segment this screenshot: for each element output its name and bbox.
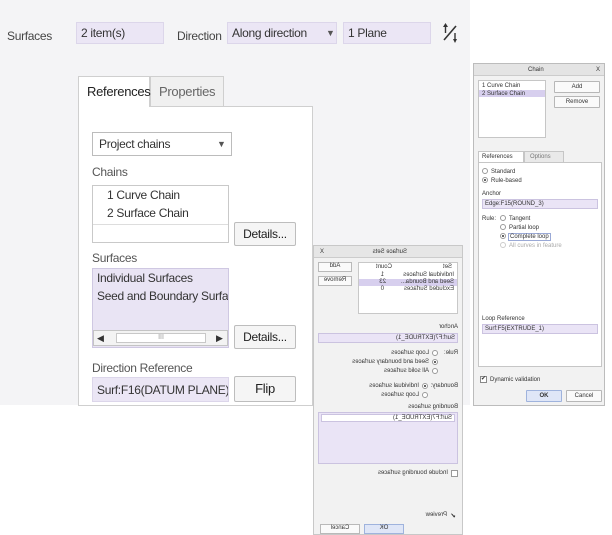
tab-label: References bbox=[482, 154, 513, 160]
list-item[interactable]: 1 Curve Chain bbox=[93, 186, 228, 204]
table-cell-count: 0 bbox=[380, 286, 384, 292]
radio-loop-boundary[interactable] bbox=[422, 392, 428, 398]
dynamic-validation-label: Dynamic validation bbox=[490, 377, 541, 383]
plane-collector[interactable]: 1 Plane bbox=[343, 22, 431, 44]
chain-title: Chain bbox=[528, 67, 544, 73]
list-item[interactable]: 1 Curve Chain bbox=[482, 83, 520, 89]
surfaces-label: Surfaces bbox=[7, 29, 52, 43]
loop-reference-field[interactable]: Surf:F5(EXTRUDE_1) bbox=[482, 324, 598, 334]
list-item[interactable]: 2 Surface Chain bbox=[482, 91, 525, 97]
radio-tangent[interactable] bbox=[500, 215, 506, 221]
direction-reference-field[interactable]: Surf:F16(DATUM PLANE) bbox=[92, 377, 229, 402]
ok-button[interactable]: OK bbox=[364, 524, 404, 534]
radio-all-solid[interactable] bbox=[432, 368, 438, 374]
tab-label: Options bbox=[530, 154, 551, 160]
list-item[interactable]: Seed and Boundary Surfac bbox=[93, 287, 228, 305]
add-chain-button[interactable]: Add bbox=[554, 81, 600, 93]
rule-option-label: All curves in feature bbox=[509, 243, 562, 249]
anchor-label: Anchor bbox=[438, 324, 458, 330]
surfaces-label-panel: Surfaces bbox=[92, 251, 137, 265]
tab-properties[interactable]: Properties bbox=[150, 76, 224, 106]
radio-individual-surfaces[interactable] bbox=[422, 383, 428, 389]
tab-chain-options[interactable]: Options bbox=[524, 151, 564, 162]
table-row[interactable]: Seed and Bounda... bbox=[401, 279, 454, 285]
radio-partial-loop[interactable] bbox=[500, 224, 506, 230]
surfaces-collector[interactable]: 2 item(s) bbox=[76, 22, 164, 44]
set-column-header: Set bbox=[442, 264, 452, 270]
chains-label: Chains bbox=[92, 165, 128, 179]
add-set-button[interactable]: Add bbox=[318, 262, 352, 272]
chevron-down-icon: ▼ bbox=[217, 139, 226, 149]
scroll-thumb[interactable]: III bbox=[116, 333, 206, 343]
include-bounding-label: Include bounding surfaces bbox=[377, 470, 448, 476]
list-item[interactable]: Individual Surfaces bbox=[93, 269, 228, 287]
rule-option-label: Loop surfaces bbox=[391, 350, 429, 356]
close-icon[interactable]: X bbox=[596, 67, 600, 73]
direction-label: Direction bbox=[177, 29, 222, 43]
option-label: Rule-based bbox=[491, 178, 522, 184]
bounding-surfaces-label: Bounding surfaces bbox=[408, 404, 458, 410]
chains-details-button[interactable]: Details... bbox=[234, 222, 296, 246]
chain-type-dropdown[interactable]: Project chains ▼ bbox=[92, 132, 232, 156]
direction-value: Along direction bbox=[232, 26, 307, 40]
include-bounding-checkbox[interactable] bbox=[451, 470, 458, 477]
radio-loop-surfaces[interactable] bbox=[432, 350, 438, 356]
flip-button[interactable]: Flip bbox=[234, 376, 296, 402]
chains-list[interactable]: 1 Curve Chain 2 Surface Chain bbox=[92, 185, 229, 243]
radio-all-curves[interactable] bbox=[500, 242, 506, 248]
rule-option-label: Complete loop bbox=[508, 233, 551, 241]
radio-complete-loop[interactable] bbox=[500, 233, 506, 239]
radio-standard[interactable] bbox=[482, 168, 488, 174]
direction-reference-label: Direction Reference bbox=[92, 361, 193, 375]
tab-references[interactable]: References bbox=[78, 76, 151, 107]
surfaces-details-button[interactable]: Details... bbox=[234, 325, 296, 349]
ok-button[interactable]: OK bbox=[526, 390, 562, 402]
anchor-label: Anchor bbox=[482, 191, 502, 197]
scroll-left-icon[interactable]: ◀ bbox=[97, 333, 104, 344]
rule-option-label: All solid surfaces bbox=[383, 368, 429, 374]
boundary-label: Boundary: bbox=[430, 383, 458, 389]
scroll-right-icon[interactable]: ▶ bbox=[216, 333, 223, 344]
chain-dialog: Chain X 1 Curve Chain 2 Surface Chain Ad… bbox=[473, 63, 605, 406]
radio-rule-based[interactable] bbox=[482, 177, 488, 183]
list-item[interactable]: 2 Surface Chain bbox=[93, 204, 228, 222]
surface-sets-dialog: Surface Sets X Set Count Individual Surf… bbox=[313, 245, 463, 535]
horizontal-scrollbar[interactable]: ◀ III ▶ bbox=[93, 330, 228, 346]
loop-reference-label: Loop Reference bbox=[482, 316, 525, 322]
tab-chain-references[interactable]: References bbox=[478, 151, 524, 162]
cancel-button[interactable]: Cancel bbox=[566, 390, 602, 402]
rule-option-label: Tangent bbox=[509, 216, 531, 222]
boundary-option-label: Loop surfaces bbox=[381, 392, 419, 398]
chain-type-value: Project chains bbox=[99, 137, 171, 151]
checkmark-icon: ✔ bbox=[450, 513, 456, 520]
remove-set-button[interactable]: Remove bbox=[318, 276, 352, 286]
close-icon[interactable]: X bbox=[320, 249, 324, 255]
chevron-down-icon: ▼ bbox=[326, 28, 335, 38]
bounding-surfaces-list[interactable]: Surf:F7(EXTRUDE_1) bbox=[318, 412, 458, 464]
boundary-option-label: Individual surfaces bbox=[369, 383, 419, 389]
direction-dropdown[interactable]: Along direction ▼ bbox=[227, 22, 337, 44]
rule-label: Rule: bbox=[482, 216, 497, 222]
anchor-field[interactable]: Edge:F15(ROUND_3) bbox=[482, 199, 598, 209]
option-label: Standard bbox=[491, 169, 516, 175]
rule-option-label: Seed and boundary surfaces bbox=[352, 359, 429, 365]
cancel-button[interactable]: Cancel bbox=[320, 524, 360, 534]
anchor-field[interactable]: Surf:F7(EXTRUDE_1) bbox=[318, 333, 458, 343]
list-item[interactable]: Surf:F7(EXTRUDE_1) bbox=[321, 414, 455, 422]
table-row[interactable]: Excluded Surfaces bbox=[404, 286, 454, 292]
flip-direction-icon[interactable] bbox=[441, 23, 459, 43]
preview-label[interactable]: Preview bbox=[426, 512, 447, 518]
surface-sets-title: Surface Sets bbox=[372, 249, 407, 255]
table-cell-count: 1 bbox=[380, 272, 384, 278]
rule-option-label: Partial loop bbox=[509, 225, 540, 231]
remove-chain-button[interactable]: Remove bbox=[554, 96, 600, 108]
rule-label: Rule: bbox=[443, 350, 458, 356]
count-column-header: Count bbox=[375, 264, 392, 270]
table-cell-count: 23 bbox=[379, 279, 386, 285]
radio-seed-boundary[interactable] bbox=[432, 359, 438, 365]
table-row[interactable]: Individual Surfaces bbox=[403, 272, 454, 278]
dynamic-validation-checkbox[interactable]: ✔ bbox=[480, 376, 487, 383]
